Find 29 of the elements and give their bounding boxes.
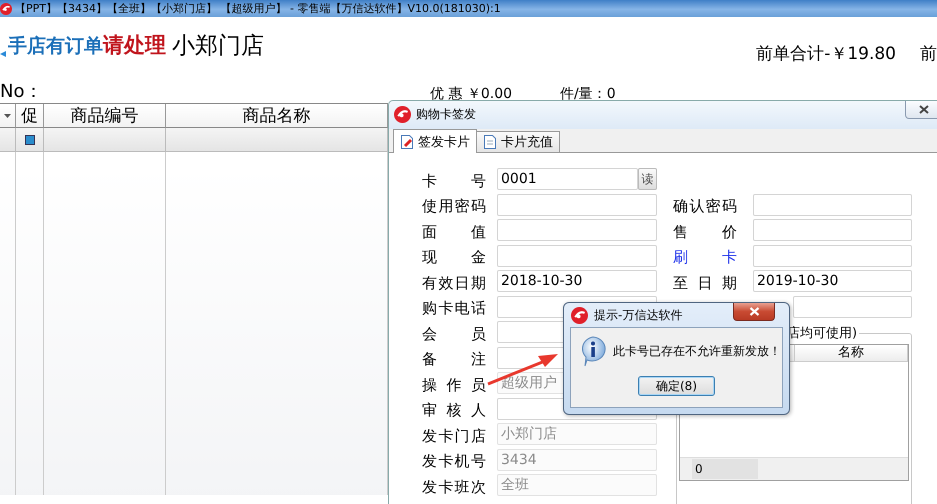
field-label: 至 日 期 <box>673 272 737 294</box>
quantity-text: 件/量：0 <box>560 85 617 103</box>
store-name: 小郑门店 <box>172 32 264 60</box>
logo-text: 请处理 <box>103 32 166 59</box>
window-title: 【PPT】【3434】【全班】【小郑门店】 【超级用户】 - 零售端【万信达软件】V10.0(181030):1 <box>15 1 501 16</box>
message-text: 此卡号已存在不允许重新发放！ <box>613 342 781 360</box>
field-label: 发卡门店 <box>422 426 486 447</box>
field-label: 卡 号 <box>422 170 486 192</box>
order-number-label: No： <box>0 80 44 103</box>
logo-text: 手店有订单 <box>8 35 103 59</box>
field-label: 发卡班次 <box>422 476 486 498</box>
field-label: 操 作 员 <box>422 374 486 396</box>
dialog-title: 提示-万信达软件 <box>594 306 682 324</box>
discount-text: 优 惠 ￥0.00 <box>430 85 514 103</box>
summary-label: 前 <box>920 42 937 64</box>
dialog-title: 购物卡签发 <box>416 106 476 123</box>
field-label: 会 员 <box>422 324 486 345</box>
field-label: 发卡机号 <box>422 451 486 472</box>
previous-total: 前单合计-￥19.80 <box>756 42 896 64</box>
footer-cell: 0 <box>692 459 758 479</box>
field-label: 有效日期 <box>422 272 486 294</box>
field-label: 面 值 <box>422 222 486 243</box>
field-label: 购卡电话 <box>422 298 486 320</box>
field-label: 使用密码 <box>422 196 486 218</box>
field-label: 现 金 <box>422 247 486 268</box>
field-label: 确认密码 <box>673 196 737 218</box>
field-label: 审 核 人 <box>422 400 486 422</box>
field-label: 备 注 <box>422 349 486 370</box>
field-label: 售 价 <box>673 222 737 243</box>
